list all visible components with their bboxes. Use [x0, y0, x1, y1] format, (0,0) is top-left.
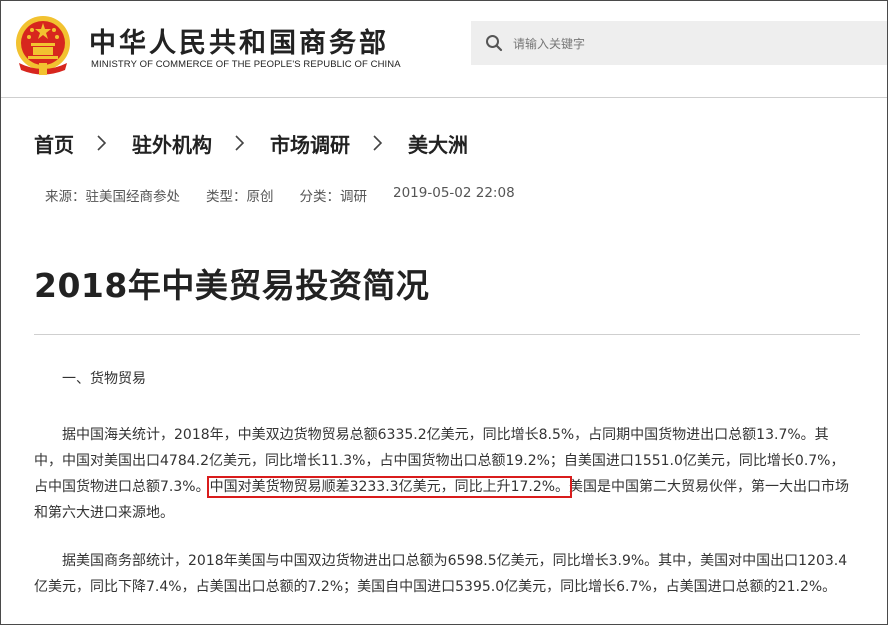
highlighted-sentence: 中国对美货物贸易顺差3233.3亿美元，同比上升17.2%。	[206, 476, 573, 498]
section-heading-text: 一、货物贸易	[62, 371, 146, 387]
national-emblem-icon[interactable]	[13, 13, 73, 77]
search-box[interactable]	[471, 21, 887, 65]
meta-type: 类型：原创	[206, 189, 274, 205]
chevron-right-icon	[226, 133, 256, 153]
site-title[interactable]: 中华人民共和国商务部	[89, 21, 389, 60]
article-title: 2018年中美贸易投资简况	[34, 266, 430, 305]
paragraph-2: 据美国商务部统计，2018年美国与中国双边货物进出口总额为6598.5亿美元，同…	[34, 548, 856, 600]
breadcrumb-americas[interactable]: 美大洲	[408, 129, 468, 158]
breadcrumb-home[interactable]: 首页	[34, 129, 74, 158]
chevron-right-icon	[88, 133, 118, 153]
search-input[interactable]	[511, 29, 875, 59]
meta-date: 2019-05-02 22:08	[393, 185, 515, 201]
chevron-right-icon	[364, 133, 394, 153]
title-divider	[34, 334, 860, 335]
article-meta: 来源：驻美国经商参处 类型：原创 分类：调研 2019-05-02 22:08	[45, 185, 541, 205]
meta-source: 来源：驻美国经商参处	[45, 189, 180, 205]
breadcrumb-overseas-offices[interactable]: 驻外机构	[132, 129, 212, 158]
paragraph-2-text: 据美国商务部统计，2018年美国与中国双边货物进出口总额为6598.5亿美元，同…	[34, 553, 848, 595]
site-subtitle: MINISTRY OF COMMERCE OF THE PEOPLE'S REP…	[91, 59, 401, 70]
paragraph-1: 据中国海关统计，2018年，中美双边货物贸易总额6335.2亿美元，同比增长8.…	[34, 422, 856, 526]
search-icon[interactable]	[485, 34, 503, 52]
meta-category: 分类：调研	[299, 189, 368, 205]
section-heading: 一、货物贸易	[34, 366, 856, 392]
breadcrumb-market-research[interactable]: 市场调研	[270, 129, 350, 158]
breadcrumb: 首页 驻外机构 市场调研 美大洲	[34, 128, 468, 158]
site-header: 中华人民共和国商务部 MINISTRY OF COMMERCE OF THE P…	[1, 1, 887, 98]
page-frame: 中华人民共和国商务部 MINISTRY OF COMMERCE OF THE P…	[0, 0, 888, 625]
